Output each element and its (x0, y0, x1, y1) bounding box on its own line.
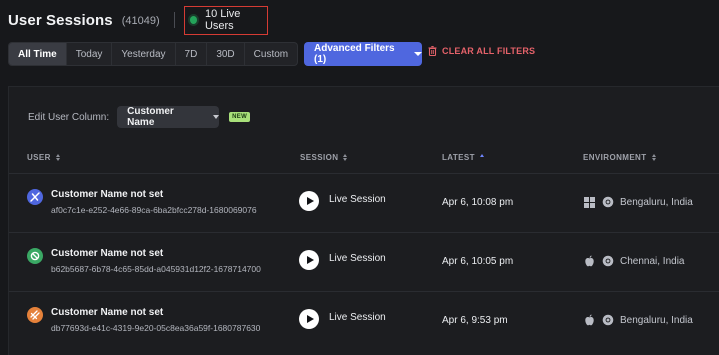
windows-icon (583, 196, 595, 208)
play-icon (306, 315, 314, 323)
session-label: Live Session (329, 312, 386, 323)
page-header: User Sessions (41049) 10 Live Users (8, 5, 268, 35)
table-row[interactable]: Customer Name not set b62b5687-6b78-4c65… (9, 232, 719, 291)
range-all-time[interactable]: All Time (9, 43, 67, 65)
range-custom[interactable]: Custom (245, 43, 297, 65)
user-avatar-icon (27, 248, 43, 264)
range-today[interactable]: Today (67, 43, 113, 65)
clear-filters-label: CLEAR ALL FILTERS (442, 46, 536, 56)
session-label: Live Session (329, 253, 386, 264)
column-header-environment[interactable]: ENVIRONMENT (583, 153, 656, 162)
page-title: User Sessions (8, 11, 113, 29)
table-row[interactable]: Customer Name not set af0c7c1e-e252-4e66… (9, 173, 719, 232)
latest-timestamp: Apr 6, 9:53 pm (442, 315, 508, 326)
session-count: (41049) (121, 15, 160, 27)
chevron-down-icon (213, 115, 220, 119)
play-icon (306, 256, 314, 264)
play-session-button[interactable] (299, 191, 319, 211)
user-id: b62b5687-6b78-4c65-85dd-a045931d12f2-167… (51, 264, 261, 274)
user-name: Customer Name not set (51, 248, 164, 259)
column-header-environment-label: ENVIRONMENT (583, 153, 647, 162)
environment-cell: Bengaluru, India (583, 314, 693, 326)
column-header-latest[interactable]: LATEST (442, 153, 484, 162)
advanced-filters-button[interactable]: Advanced Filters (1) (304, 42, 422, 66)
play-session-button[interactable] (299, 250, 319, 270)
user-column-select[interactable]: Customer Name (117, 106, 220, 128)
latest-timestamp: Apr 6, 10:08 pm (442, 197, 514, 208)
edit-user-column-row: Edit User Column: Customer Name NEW (28, 106, 251, 128)
chevron-down-icon (414, 52, 422, 56)
trash-icon (428, 46, 437, 56)
location: Bengaluru, India (620, 196, 693, 208)
user-id: db77693d-e41c-4319-9e20-05c8ea36a59f-168… (51, 323, 261, 333)
location: Chennai, India (620, 255, 685, 267)
apple-icon (583, 255, 595, 267)
latest-timestamp: Apr 6, 10:05 pm (442, 256, 514, 267)
sort-ascending-icon (479, 154, 484, 161)
user-id: af0c7c1e-e252-4e66-89ca-6ba2bfcc278d-168… (51, 205, 257, 215)
environment-cell: Bengaluru, India (583, 196, 693, 208)
sort-icon (651, 154, 656, 161)
live-users-label: 10 Live Users (204, 8, 241, 32)
column-header-user-label: USER (27, 153, 51, 162)
column-header-latest-label: LATEST (442, 153, 475, 162)
session-label: Live Session (329, 194, 386, 205)
user-name: Customer Name not set (51, 189, 164, 200)
play-session-button[interactable] (299, 309, 319, 329)
column-header-session[interactable]: SESSION (300, 153, 348, 162)
environment-cell: Chennai, India (583, 255, 685, 267)
column-header-user[interactable]: USER (27, 153, 60, 162)
edit-user-column-label: Edit User Column: (28, 111, 110, 123)
advanced-filters-label: Advanced Filters (1) (314, 43, 395, 65)
apple-icon (583, 314, 595, 326)
user-avatar-icon (27, 189, 43, 205)
chrome-icon (602, 314, 614, 326)
location: Bengaluru, India (620, 314, 693, 326)
chrome-icon (602, 255, 614, 267)
table-row[interactable]: Customer Name not set db77693d-e41c-4319… (9, 291, 719, 350)
live-users-indicator[interactable]: 10 Live Users (183, 5, 268, 35)
range-yesterday[interactable]: Yesterday (112, 43, 176, 65)
sort-icon (343, 154, 348, 161)
user-column-value: Customer Name (127, 106, 174, 128)
sessions-panel: Edit User Column: Customer Name NEW USER… (8, 86, 719, 355)
clear-filters-button[interactable]: CLEAR ALL FILTERS (428, 46, 535, 56)
user-avatar-icon (27, 307, 43, 323)
column-header-session-label: SESSION (300, 153, 339, 162)
chrome-icon (602, 196, 614, 208)
time-range-selector: All Time Today Yesterday 7D 30D Custom (8, 42, 299, 66)
range-7d[interactable]: 7D (176, 43, 208, 65)
play-icon (306, 197, 314, 205)
live-status-icon (189, 16, 197, 24)
user-name: Customer Name not set (51, 307, 164, 318)
range-30d[interactable]: 30D (207, 43, 245, 65)
sort-icon (55, 154, 60, 161)
new-badge: NEW (229, 112, 251, 122)
header-divider (173, 12, 175, 28)
